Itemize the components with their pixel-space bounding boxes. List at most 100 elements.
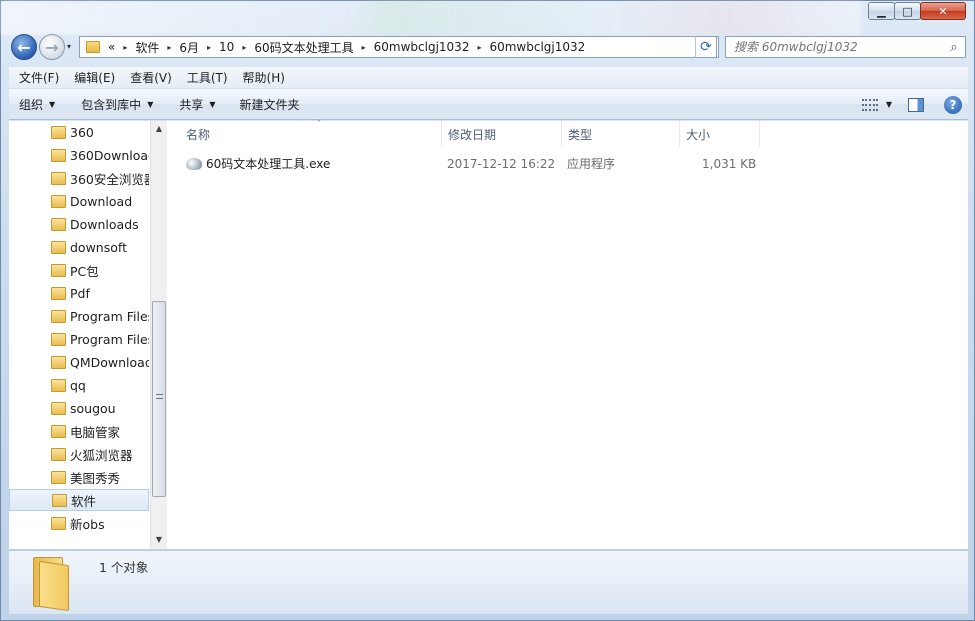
nav-scrollbar[interactable]: ▲ ▼ [150, 121, 167, 549]
folder-icon [51, 516, 66, 530]
file-row[interactable]: 60码文本处理工具.exe 2017-12-12 16:22 应用程序 1,03… [186, 154, 766, 174]
navigation-pane: 新obs 软件 美图秀秀 火狐浏览器 电脑管家 sougou qq QMDownload Pro… [9, 121, 167, 549]
nav-tree-label: 新obs [70, 516, 105, 532]
back-button[interactable]: ← [11, 34, 37, 60]
nav-tree-item[interactable]: 火狐浏览器 [9, 443, 149, 465]
caption-buttons: ▁ □ ✕ [868, 2, 966, 20]
breadcrumb-item[interactable]: 软件 [131, 39, 163, 56]
nav-tree-label: Program Files [70, 308, 149, 324]
grip-icon [156, 394, 163, 399]
nav-tree-item[interactable]: Program Files [9, 305, 149, 327]
file-modified: 2017-12-12 16:22 [447, 157, 556, 171]
menu-item[interactable]: 查看(V) [125, 69, 177, 86]
content-area: 新obs 软件 美图秀秀 火狐浏览器 电脑管家 sougou qq QMDownload Pro… [9, 119, 968, 549]
minimize-button[interactable]: ▁ [868, 2, 895, 20]
nav-tree-label: downsoft [70, 239, 127, 255]
scroll-up-icon[interactable]: ▲ [151, 121, 167, 137]
scroll-thumb[interactable] [152, 301, 166, 497]
nav-tree-item[interactable]: 电脑管家 [9, 420, 149, 442]
column-header-label: 大小 [686, 127, 711, 142]
column-header-label: 类型 [568, 127, 593, 142]
blurred-background [1, 1, 861, 35]
new-folder-button[interactable]: 新建文件夹 [230, 96, 310, 113]
column-header-label: 修改日期 [448, 127, 497, 142]
breadcrumb-item[interactable]: 10 [215, 40, 238, 54]
breadcrumb-separator-icon[interactable]: ▸ [119, 43, 131, 52]
nav-tree-label: 360Download [70, 147, 149, 163]
nav-tree-item[interactable]: 美图秀秀 [9, 466, 149, 488]
nav-tree-item[interactable]: 360安全浏览器 [9, 167, 149, 189]
search-icon[interactable]: ⌕ [943, 40, 965, 55]
folder-icon [51, 401, 66, 415]
breadcrumb-item[interactable]: 6月 [175, 39, 203, 56]
nav-tree-item[interactable]: 360 [9, 121, 149, 143]
nav-tree-label: 360 [70, 124, 94, 140]
column-header-name[interactable]: 名称 ˄ [180, 119, 442, 147]
menu-item[interactable]: 编辑(E) [69, 69, 120, 86]
refresh-button[interactable]: ⟳ [695, 36, 717, 58]
large-folder-icon [31, 557, 69, 612]
folder-icon [51, 447, 66, 461]
address-overflow-chevron[interactable]: « [104, 40, 119, 54]
column-header-label: 名称 [186, 127, 211, 142]
nav-tree-item[interactable]: 360Download [9, 144, 149, 166]
chevron-down-icon: ▼ [147, 99, 154, 109]
breadcrumb-separator-icon[interactable]: ▸ [473, 43, 485, 52]
nav-tree-item[interactable]: 新obs [9, 512, 149, 534]
folder-icon [51, 171, 66, 185]
chevron-down-icon: ▼ [885, 100, 892, 109]
scroll-down-icon[interactable]: ▼ [151, 532, 167, 548]
history-dropdown-icon[interactable]: ▾ [67, 42, 71, 51]
nav-tree-item[interactable]: sougou [9, 397, 149, 419]
organize-label: 组织 [19, 97, 44, 112]
change-view-button[interactable]: ▼ [861, 98, 892, 111]
folder-icon [86, 41, 100, 53]
nav-tree-item[interactable]: Pdf [9, 282, 149, 304]
search-box[interactable]: ⌕ [725, 36, 966, 58]
breadcrumb-separator-icon[interactable]: ▸ [203, 43, 215, 52]
breadcrumb-item[interactable]: 60mwbclgj1032 [485, 40, 589, 54]
breadcrumb-separator-icon[interactable]: ▸ [238, 43, 250, 52]
include-in-library-button[interactable]: 包含到库中 ▼ [71, 96, 163, 113]
folder-icon [51, 378, 66, 392]
preview-pane-icon[interactable] [908, 97, 924, 112]
breadcrumb-item[interactable]: 60mwbclgj1032 [370, 40, 474, 54]
breadcrumb-separator-icon[interactable]: ▸ [163, 43, 175, 52]
file-list: 名称 ˄ 修改日期 类型 大小 60码文本处理工具.exe 2017-12-12… [168, 119, 968, 549]
file-size: 1,031 KB [702, 157, 757, 171]
menu-item[interactable]: 工具(T) [182, 69, 233, 86]
maximize-button[interactable]: □ [894, 2, 921, 20]
nav-tree-item[interactable]: Download [9, 190, 149, 212]
column-header-size[interactable]: 大小 [680, 121, 760, 147]
application-icon [186, 158, 202, 170]
nav-tree-item[interactable]: 软件 [9, 489, 149, 511]
forward-button[interactable]: → [39, 34, 65, 60]
nav-tree-item[interactable]: PC包 [9, 259, 149, 281]
nav-tree-item[interactable]: downsoft [9, 236, 149, 258]
explorer-window: ▁ □ ✕ ← → ▾ « ▸ 软件 ▸ 6月 ▸ 10 ▸ 60码文本处理工具 ▸ 60mwbc… [0, 0, 975, 621]
share-button[interactable]: 共享 ▼ [169, 96, 225, 113]
breadcrumb-item[interactable]: 60码文本处理工具 [250, 39, 357, 56]
column-header-modified[interactable]: 修改日期 [442, 121, 562, 147]
menu-item[interactable]: 文件(F) [14, 69, 64, 86]
address-bar[interactable]: « ▸ 软件 ▸ 6月 ▸ 10 ▸ 60码文本处理工具 ▸ 60mwbclgj1032 ▸ 60mw… [79, 36, 719, 58]
column-header-type[interactable]: 类型 [562, 121, 680, 147]
command-bar-right: ▼ ? [861, 89, 962, 120]
folder-icon [52, 493, 67, 507]
nav-tree-item[interactable]: Downloads [9, 213, 149, 235]
nav-tree-item[interactable]: QMDownload [9, 351, 149, 373]
folder-icon [51, 194, 66, 208]
chevron-down-icon: ▼ [209, 99, 216, 109]
nav-tree-item[interactable]: Program Files [9, 328, 149, 350]
folder-icon [51, 125, 66, 139]
breadcrumb-separator-icon[interactable]: ▸ [358, 43, 370, 52]
organize-button[interactable]: 组织 ▼ [9, 96, 65, 113]
file-name: 60码文本处理工具.exe [206, 157, 331, 171]
help-icon[interactable]: ? [944, 95, 962, 114]
close-button[interactable]: ✕ [920, 2, 966, 20]
chevron-down-icon: ▼ [49, 99, 56, 109]
search-input[interactable] [726, 40, 943, 54]
folder-icon [51, 286, 66, 300]
menu-item[interactable]: 帮助(H) [238, 69, 290, 86]
nav-tree-item[interactable]: qq [9, 374, 149, 396]
